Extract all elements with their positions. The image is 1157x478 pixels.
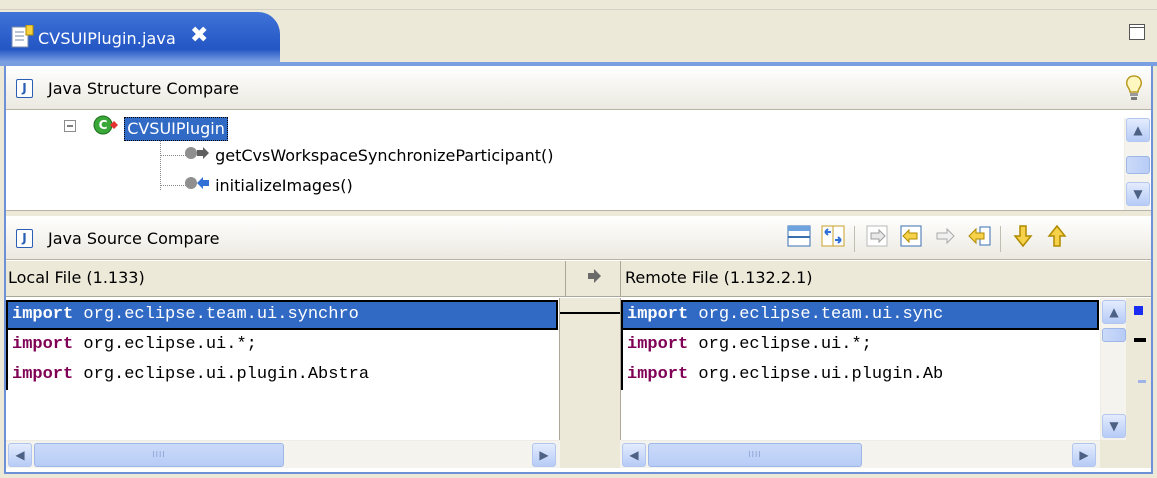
toolbar-separator: [1000, 226, 1001, 252]
left-code-viewer[interactable]: import org.eclipse.team.ui.synchro impor…: [6, 298, 560, 440]
scroll-left-arrow-icon[interactable]: ◀: [8, 443, 32, 467]
scroll-up-arrow-icon[interactable]: ▲: [1102, 300, 1126, 324]
code-line[interactable]: import org.eclipse.ui.plugin.Abstra: [6, 360, 369, 390]
java-structure-icon: J: [16, 79, 33, 98]
java-source-icon: J: [16, 229, 33, 248]
previous-difference-icon[interactable]: [1042, 223, 1072, 253]
diff-connector-gutter: [560, 298, 620, 440]
ruler-marker-current[interactable]: [1134, 306, 1143, 315]
scroll-up-arrow-icon[interactable]: ▲: [1126, 118, 1150, 142]
java-file-icon: [11, 24, 35, 53]
structure-pane-header: J Java Structure Compare: [6, 66, 1151, 110]
right-code-viewer[interactable]: import org.eclipse.team.ui.sync import o…: [620, 298, 1100, 440]
copy-all-left-to-right-icon[interactable]: [862, 223, 892, 253]
maximize-button[interactable]: [1129, 24, 1145, 40]
code-line[interactable]: import org.eclipse.ui.*;: [6, 330, 257, 360]
ruler-marker-change[interactable]: [1134, 338, 1146, 342]
swap-sides-icon[interactable]: [818, 223, 848, 253]
scroll-thumb[interactable]: [1102, 328, 1126, 342]
compare-editor: J Java Structure Compare C CVSUIPlugin g…: [4, 66, 1153, 474]
scroll-right-arrow-icon[interactable]: ▶: [1072, 443, 1096, 467]
ruler-marker-change[interactable]: [1138, 380, 1146, 383]
scroll-thumb[interactable]: IIII: [648, 443, 862, 467]
tree-item-method[interactable]: initializeImages(): [158, 172, 353, 198]
copy-all-nonconflicting-icon[interactable]: [896, 223, 926, 253]
tab-bar-top-line: [0, 0, 1157, 10]
scroll-right-arrow-icon[interactable]: ▶: [532, 443, 556, 467]
structure-vertical-scrollbar[interactable]: ▲ ▼: [1124, 118, 1150, 210]
method-incoming-icon: [184, 173, 210, 199]
right-vertical-scrollbar[interactable]: ▲ ▼: [1100, 298, 1126, 440]
method-outgoing-icon: [184, 143, 210, 169]
editor-tab-label: CVSUIPlugin.java: [38, 29, 176, 48]
scroll-down-arrow-icon[interactable]: ▼: [1126, 182, 1150, 206]
horizontal-layout-icon[interactable]: [784, 223, 814, 253]
scroll-thumb[interactable]: [1126, 156, 1150, 174]
tree-item-method[interactable]: getCvsWorkspaceSynchronizeParticipant(): [158, 142, 553, 168]
center-header: [566, 261, 620, 297]
tree-item-label: initializeImages(): [215, 175, 353, 195]
scrollbar-gap: [560, 440, 620, 468]
editor-tab-bar: CVSUIPlugin.java ✖: [0, 0, 1157, 66]
tree-item-label: getCvsWorkspaceSynchronizeParticipant(): [215, 145, 554, 165]
structure-tree[interactable]: C CVSUIPlugin getCvsWorkspaceSynchronize…: [6, 110, 1151, 210]
source-pane-header: J Java Source Compare: [6, 216, 1151, 260]
diff-connector-line: [560, 312, 620, 314]
collapse-icon[interactable]: [64, 116, 78, 142]
copy-current-left-to-right-icon[interactable]: [930, 223, 960, 253]
direction-arrow-icon: [586, 262, 602, 296]
tree-item-cvsuiplugin[interactable]: C CVSUIPlugin: [64, 114, 228, 142]
lightbulb-icon[interactable]: [1124, 74, 1144, 106]
code-line[interactable]: import org.eclipse.ui.plugin.Ab: [621, 360, 943, 390]
code-line[interactable]: import org.eclipse.ui.*;: [621, 330, 872, 360]
left-file-header: Local File (1.133): [6, 261, 566, 297]
overview-ruler[interactable]: [1126, 298, 1151, 440]
toolbar-separator: [854, 226, 855, 252]
code-line[interactable]: import org.eclipse.team.ui.synchro: [6, 300, 558, 330]
right-file-header: Remote File (1.132.2.1): [620, 261, 1151, 297]
code-line[interactable]: import org.eclipse.team.ui.sync: [621, 300, 1099, 330]
editor-tab-cvsuiplugin[interactable]: CVSUIPlugin.java ✖: [0, 12, 280, 65]
structure-pane-title: Java Structure Compare: [48, 79, 239, 98]
source-pane-title: Java Source Compare: [48, 229, 220, 248]
close-icon[interactable]: ✖: [190, 24, 208, 48]
svg-text:C: C: [99, 118, 108, 132]
left-horizontal-scrollbar[interactable]: ◀ IIII ▶: [6, 440, 560, 468]
scroll-thumb[interactable]: IIII: [34, 443, 284, 467]
tree-item-label: CVSUIPlugin: [124, 117, 228, 141]
class-icon: C: [93, 114, 119, 144]
copy-current-right-to-left-icon[interactable]: [964, 223, 994, 253]
right-horizontal-scrollbar[interactable]: ◀ IIII ▶: [620, 440, 1100, 468]
scroll-down-arrow-icon[interactable]: ▼: [1102, 414, 1126, 438]
next-difference-icon[interactable]: [1008, 223, 1038, 253]
scroll-left-arrow-icon[interactable]: ◀: [622, 443, 646, 467]
scrollbar-corner: [1100, 440, 1151, 468]
